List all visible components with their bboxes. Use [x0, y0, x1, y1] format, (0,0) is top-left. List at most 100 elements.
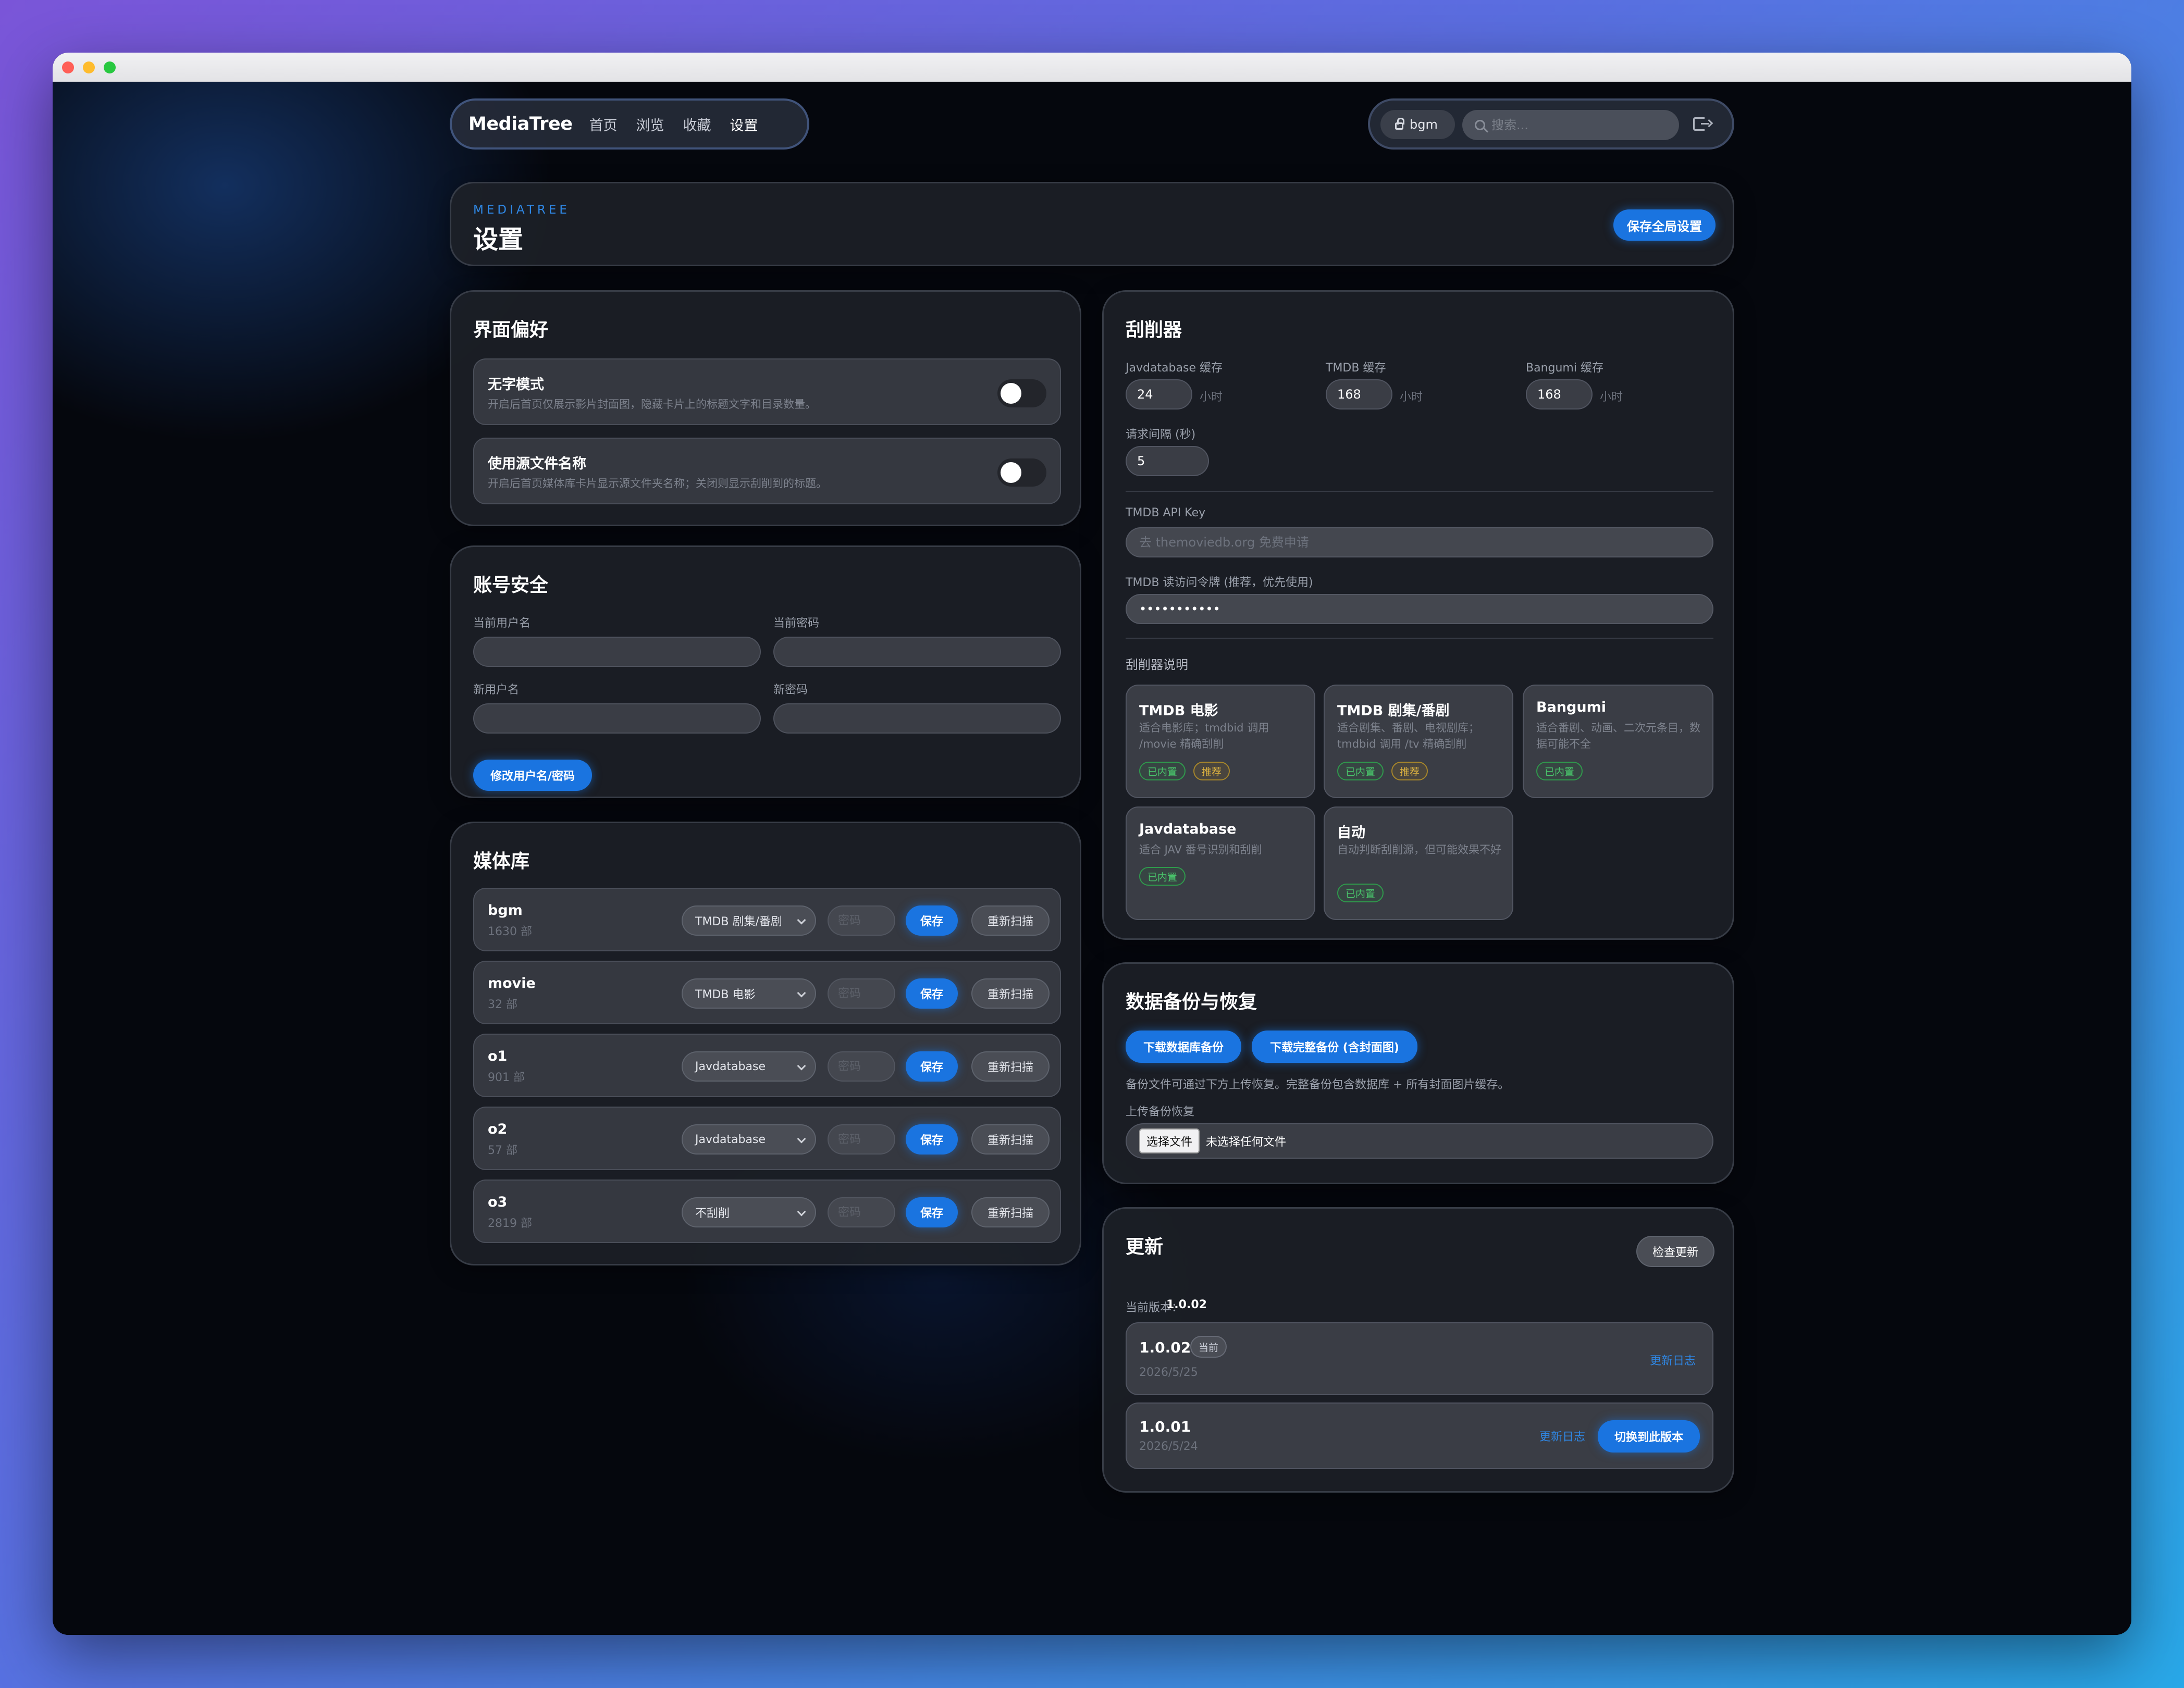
- media-name: movie: [488, 975, 536, 991]
- version-row-current: 1.0.02 当前 2026/5/25 更新日志: [1126, 1322, 1713, 1395]
- save-library-button[interactable]: 保存: [906, 978, 958, 1009]
- save-global-settings-button[interactable]: 保存全局设置: [1613, 209, 1716, 241]
- nav-link-home[interactable]: 首页: [589, 114, 618, 134]
- media-count: 2819 部: [488, 1217, 532, 1230]
- library-password-field[interactable]: [828, 1124, 895, 1155]
- scraper-description: 适合电影库；tmdbid 调用 /movie 精确刮削: [1139, 722, 1269, 750]
- scraper-select[interactable]: 不刮削: [682, 1197, 816, 1227]
- version-date: 2026/5/24: [1139, 1440, 1198, 1453]
- nav-right-actions: bgm: [1368, 98, 1734, 150]
- no-text-mode-toggle[interactable]: [997, 379, 1046, 407]
- backup-file-input[interactable]: 选择文件 未选择任何文件: [1126, 1123, 1713, 1159]
- download-db-backup-button[interactable]: 下载数据库备份: [1126, 1031, 1241, 1063]
- scraper-description: 适合 JAV 番号识别和刮削: [1139, 843, 1262, 856]
- divider: [1126, 638, 1713, 639]
- javdatabase-cache-field[interactable]: [1126, 379, 1192, 409]
- rescan-library-button[interactable]: 重新扫描: [971, 978, 1050, 1009]
- library-password-field[interactable]: [828, 978, 895, 1009]
- user-chip[interactable]: bgm: [1380, 110, 1455, 139]
- media-row-o3: o3 2819 部 不刮削 保存 重新扫描: [473, 1180, 1061, 1243]
- library-password-input[interactable]: [829, 1198, 894, 1226]
- changelog-link[interactable]: 更新日志: [1650, 1351, 1696, 1368]
- save-library-button[interactable]: 保存: [906, 1051, 958, 1082]
- scraper-name: Bangumi: [1536, 699, 1606, 715]
- change-credentials-button[interactable]: 修改用户名/密码: [473, 760, 592, 791]
- new-username-field[interactable]: [473, 703, 761, 734]
- scraper-select[interactable]: Javdatabase: [682, 1124, 816, 1155]
- new-username-label: 新用户名: [473, 684, 520, 697]
- current-password-input[interactable]: [774, 638, 1060, 666]
- download-full-backup-button[interactable]: 下载完整备份 (含封面图): [1252, 1031, 1417, 1063]
- source-filename-toggle[interactable]: [997, 458, 1046, 487]
- current-version-value: 1.0.02: [1166, 1298, 1207, 1311]
- cache-unit: 小时: [1600, 391, 1623, 404]
- bangumi-cache-field[interactable]: [1526, 379, 1593, 409]
- tmdb-cache-input[interactable]: [1337, 387, 1391, 402]
- changelog-link[interactable]: 更新日志: [1539, 1428, 1585, 1444]
- rescan-library-button[interactable]: 重新扫描: [971, 1051, 1050, 1082]
- library-password-input[interactable]: [829, 1052, 894, 1081]
- logout-icon[interactable]: [1693, 117, 1709, 131]
- new-password-input[interactable]: [774, 704, 1060, 733]
- check-update-button[interactable]: 检查更新: [1636, 1236, 1714, 1267]
- scraper-select[interactable]: TMDB 剧集/番剧: [682, 905, 816, 936]
- minimize-window-button[interactable]: [83, 61, 95, 73]
- section-title: 媒体库: [473, 851, 530, 872]
- new-username-input[interactable]: [474, 704, 760, 733]
- tmdb-token-field[interactable]: [1126, 594, 1713, 624]
- scraper-card-auto: 自动 自动判断刮削源，但可能效果不好 已内置: [1324, 806, 1513, 920]
- current-username-label: 当前用户名: [473, 617, 531, 630]
- scraper-description: 自动判断刮削源，但可能效果不好: [1337, 843, 1501, 856]
- builtin-tag: 已内置: [1139, 762, 1186, 780]
- current-username-field[interactable]: [473, 637, 761, 667]
- rescan-library-button[interactable]: 重新扫描: [971, 1197, 1050, 1227]
- save-library-button[interactable]: 保存: [906, 1197, 958, 1227]
- ui-preferences-card: 界面偏好 无字模式 开启后首页仅展示影片封面图，隐藏卡片上的标题文字和目录数量。…: [450, 290, 1081, 526]
- bangumi-cache-input[interactable]: [1537, 387, 1591, 402]
- request-interval-input[interactable]: [1137, 454, 1208, 468]
- search-input[interactable]: [1491, 118, 1663, 132]
- media-count: 1630 部: [488, 925, 532, 938]
- close-window-button[interactable]: [62, 61, 74, 73]
- current-username-input[interactable]: [474, 638, 760, 666]
- tmdb-token-input[interactable]: [1127, 595, 1712, 623]
- scraper-info-title: 刮削器说明: [1126, 657, 1188, 672]
- current-password-field[interactable]: [773, 637, 1061, 667]
- scraper-card-javdatabase: Javdatabase 适合 JAV 番号识别和刮削 已内置: [1126, 806, 1315, 920]
- scraper-select[interactable]: Javdatabase: [682, 1051, 816, 1082]
- tmdb-api-key-input[interactable]: [1127, 528, 1712, 556]
- nav-link-favorites[interactable]: 收藏: [683, 114, 711, 134]
- new-password-field[interactable]: [773, 703, 1061, 734]
- rescan-library-button[interactable]: 重新扫描: [971, 1124, 1050, 1155]
- choose-file-button[interactable]: 选择文件: [1139, 1128, 1200, 1153]
- maximize-window-button[interactable]: [104, 61, 116, 73]
- current-badge: 当前: [1190, 1336, 1227, 1358]
- save-library-button[interactable]: 保存: [906, 905, 958, 936]
- nav-link-settings[interactable]: 设置: [730, 114, 758, 134]
- library-password-input[interactable]: [829, 907, 894, 935]
- library-password-field[interactable]: [828, 1051, 895, 1082]
- search-box[interactable]: [1462, 110, 1679, 140]
- tmdb-cache-field[interactable]: [1326, 379, 1392, 409]
- chevron-down-icon: [797, 1061, 806, 1071]
- tmdb-api-key-field[interactable]: [1126, 527, 1713, 557]
- save-library-button[interactable]: 保存: [906, 1124, 958, 1155]
- library-password-field[interactable]: [828, 905, 895, 936]
- page-title: 设置: [473, 225, 524, 254]
- library-password-input[interactable]: [829, 979, 894, 1008]
- brand-logo[interactable]: MediaTree: [468, 114, 573, 134]
- tmdb-cache-label: TMDB 缓存: [1326, 362, 1386, 375]
- media-count: 901 部: [488, 1071, 525, 1084]
- javdatabase-cache-label: Javdatabase 缓存: [1126, 362, 1223, 375]
- switch-version-button[interactable]: 切换到此版本: [1598, 1420, 1700, 1453]
- nav-link-browse[interactable]: 浏览: [636, 114, 664, 134]
- rescan-library-button[interactable]: 重新扫描: [971, 905, 1050, 936]
- library-password-field[interactable]: [828, 1197, 895, 1227]
- scraper-select[interactable]: TMDB 电影: [682, 978, 816, 1009]
- scraper-name: TMDB 电影: [1139, 703, 1218, 719]
- media-row-bgm: bgm 1630 部 TMDB 剧集/番剧 保存 重新扫描: [473, 888, 1061, 951]
- javdatabase-cache-input[interactable]: [1137, 387, 1191, 402]
- media-row-o2: o2 57 部 Javdatabase 保存 重新扫描: [473, 1107, 1061, 1170]
- request-interval-field[interactable]: [1126, 446, 1209, 476]
- library-password-input[interactable]: [829, 1125, 894, 1153]
